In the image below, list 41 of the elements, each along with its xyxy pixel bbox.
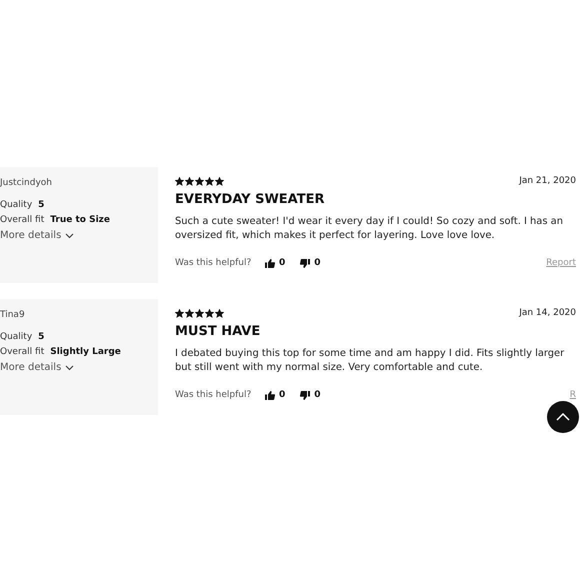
helpful-question: Was this helpful? xyxy=(175,390,252,400)
filled-star-icon xyxy=(215,308,224,318)
thumbs-down-button[interactable]: 0 xyxy=(300,390,321,400)
filled-star-icon xyxy=(215,176,224,186)
filled-star-icon xyxy=(195,308,204,318)
reviewer-name: Tina9 xyxy=(0,310,26,320)
thumbs-down-icon xyxy=(300,390,310,400)
scroll-to-top-button[interactable] xyxy=(547,401,579,433)
thumbs-up-button[interactable]: 0 xyxy=(265,258,286,268)
review-title: EVERYDAY SWEATER xyxy=(175,192,326,207)
thumbs-down-button[interactable]: 0 xyxy=(300,258,321,268)
thumbs-up-icon xyxy=(265,258,275,268)
thumbs-down-icon xyxy=(300,258,310,268)
attribute-label: Quality xyxy=(0,200,32,210)
review-date: Jan 21, 2020 xyxy=(519,176,576,186)
filled-star-icon xyxy=(195,176,204,186)
chevron-down-icon xyxy=(65,232,74,238)
more-details-button[interactable]: More details xyxy=(0,230,74,241)
chevron-up-icon xyxy=(556,413,570,421)
helpful-question: Was this helpful? xyxy=(175,258,252,268)
attribute-value: 5 xyxy=(38,332,44,342)
attribute-label: Overall fit xyxy=(0,347,44,357)
filled-star-icon xyxy=(175,176,184,186)
attribute-value: Slightly Large xyxy=(50,347,121,357)
filled-star-icon xyxy=(205,176,214,186)
thumbs-up-icon xyxy=(265,390,275,400)
filled-star-icon xyxy=(175,308,184,318)
attribute-value: 5 xyxy=(38,200,44,210)
review-text: I debated buying this top for some time and am happy I did. Fits slightly larger but still went with my normal size. Very comfortable and cute. xyxy=(175,347,566,375)
filled-star-icon xyxy=(185,308,194,318)
more-details-button[interactable]: More details xyxy=(0,362,74,373)
filled-star-icon xyxy=(205,308,214,318)
attribute-label: Overall fit xyxy=(0,215,44,225)
review-text: Such a cute sweater! I'd wear it every day if I could! So cozy and soft. I has an oversized fit, which makes it perfect for layering. Love love love. xyxy=(175,215,564,243)
attribute-label: Quality xyxy=(0,332,32,342)
review-title: MUST HAVE xyxy=(175,324,262,339)
chevron-down-icon xyxy=(65,364,74,370)
attribute-value: True to Size xyxy=(50,215,110,225)
filled-star-icon xyxy=(185,176,194,186)
thumbs-up-button[interactable]: 0 xyxy=(265,390,286,400)
review-date: Jan 14, 2020 xyxy=(519,308,576,318)
